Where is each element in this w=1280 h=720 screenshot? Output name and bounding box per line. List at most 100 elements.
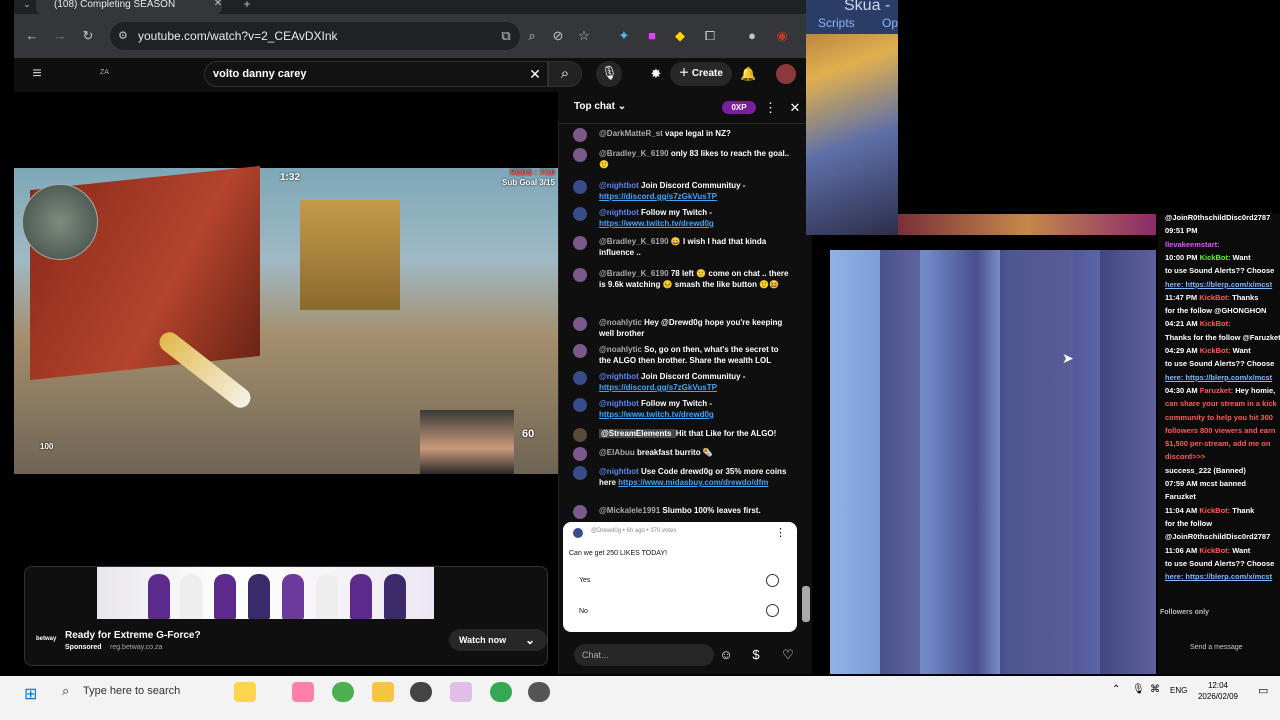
profile-icon[interactable]: ● <box>744 28 760 44</box>
browser-tab[interactable]: (108) Completing SEASON <box>36 0 222 14</box>
chat-avatar[interactable] <box>573 207 587 221</box>
app-icon[interactable] <box>292 682 314 702</box>
menu-scripts[interactable]: Scripts <box>818 16 855 30</box>
forward-icon[interactable]: → <box>52 28 68 44</box>
extension-icon[interactable]: ✸ <box>648 66 664 82</box>
chat-author[interactable]: @noahlytic <box>599 318 644 327</box>
tray-chevron-icon[interactable]: ⌃ <box>1112 684 1120 695</box>
chat-author[interactable]: @nightbot <box>599 399 641 408</box>
language-indicator[interactable]: ENG <box>1170 686 1187 695</box>
poll-radio-yes[interactable] <box>766 574 779 587</box>
chat-link[interactable]: https://www.midasbuy.com/drewdo/dfm <box>618 478 768 487</box>
voice-search-button[interactable]: 🎙 <box>596 61 622 87</box>
chat-avatar[interactable] <box>573 398 587 412</box>
super-chat-icon[interactable]: $ <box>748 647 764 663</box>
windows-start-icon[interactable]: ⊞ <box>24 684 37 704</box>
chat-avatar[interactable] <box>573 466 587 480</box>
kick-send-input[interactable]: Send a message <box>1190 644 1243 651</box>
network-icon[interactable]: ⌘ <box>1150 684 1160 695</box>
chat-author[interactable]: @nightbot <box>599 467 641 476</box>
kick-message-text[interactable]: here: https://blerp.com/x/mcst <box>1165 373 1272 382</box>
kick-username[interactable]: KickBot: <box>1199 506 1232 515</box>
chat-avatar[interactable] <box>573 428 587 442</box>
kick-username[interactable]: Faruzket: <box>1200 386 1235 395</box>
tab-search-icon[interactable]: ⌄ <box>20 0 34 12</box>
steam-icon[interactable] <box>410 682 432 702</box>
top-chat-dropdown[interactable]: Top chat ⌄ <box>574 101 626 112</box>
chat-avatar[interactable] <box>573 505 587 519</box>
close-chat-icon[interactable]: ✕ <box>788 100 802 116</box>
install-app-icon[interactable]: ⧉ <box>498 28 514 44</box>
chat-link[interactable]: https://discord.gg/s7zGkVusTP <box>599 192 717 201</box>
chat-author[interactable]: @Bradley_K_6190 <box>599 269 671 278</box>
search-input[interactable]: volto danny carey <box>204 61 548 87</box>
chat-author[interactable]: @DarkMatteR_st <box>599 129 665 138</box>
chat-avatar[interactable] <box>573 268 587 282</box>
bookmark-star-icon[interactable]: ☆ <box>576 28 592 44</box>
eye-slash-icon[interactable]: ⊘ <box>550 28 566 44</box>
extension-icon[interactable]: ◆ <box>672 28 688 44</box>
chat-link[interactable]: https://www.twitch.tv/drewd0g <box>599 219 714 228</box>
menu-icon[interactable]: ≡ <box>28 66 46 82</box>
extensions-puzzle-icon[interactable]: ⧠ <box>702 28 718 44</box>
chat-author[interactable]: @nightbot <box>599 372 641 381</box>
chat-link[interactable]: https://discord.gg/s7zGkVusTP <box>599 383 717 392</box>
more-options-icon[interactable]: ⋮ <box>775 526 786 539</box>
reload-icon[interactable]: ↻ <box>80 28 96 44</box>
kick-username[interactable]: KickBot: <box>1200 346 1233 355</box>
create-button[interactable]: ＋ Create <box>670 62 732 86</box>
site-info-icon[interactable]: ⚙ <box>118 22 128 50</box>
notification-icon[interactable]: ▭ <box>1258 684 1268 697</box>
chrome-icon[interactable] <box>490 682 512 702</box>
clear-search-icon[interactable]: ✕ <box>527 66 543 82</box>
chat-author[interactable]: @noahlytic <box>599 345 644 354</box>
kick-username[interactable]: KickBot: <box>1200 319 1231 328</box>
menu-options[interactable]: Op <box>882 16 898 30</box>
kick-username[interactable]: KickBot: <box>1199 293 1232 302</box>
chat-avatar[interactable] <box>573 317 587 331</box>
chat-avatar[interactable] <box>573 371 587 385</box>
notifications-bell-icon[interactable]: 🔔 <box>740 66 756 82</box>
heart-icon[interactable]: ♡ <box>780 647 796 663</box>
chrome-icon[interactable] <box>332 682 354 702</box>
back-icon[interactable]: ← <box>24 28 40 44</box>
chat-author[interactable]: @Mickalele1991 <box>599 506 662 515</box>
close-tab-icon[interactable]: ✕ <box>212 0 224 9</box>
kick-message-text[interactable]: here: https://blerp.com/x/mcst <box>1165 280 1272 289</box>
chat-author[interactable]: @StreamElements <box>599 429 676 438</box>
search-button[interactable]: ⌕ <box>548 61 582 87</box>
chat-input[interactable]: Chat... <box>574 644 714 666</box>
chat-author[interactable]: @ElAbuu <box>599 448 637 457</box>
extension-icon[interactable]: ◉ <box>774 28 790 44</box>
address-bar[interactable]: ⚙ youtube.com/watch?v=2_CEAvDXInk <box>110 22 520 50</box>
chat-author[interactable]: @Bradley_K_6190 <box>599 237 671 246</box>
mic-icon[interactable]: 🎙 <box>1132 684 1145 695</box>
xp-badge[interactable]: 0XP <box>722 101 756 114</box>
app-icon[interactable] <box>528 682 550 702</box>
avatar[interactable] <box>776 64 796 84</box>
kick-username[interactable]: KickBot: <box>1200 253 1233 262</box>
kick-message-text[interactable]: here: https://blerp.com/x/mcst <box>1165 572 1272 581</box>
poll-option-yes[interactable]: Yes <box>579 577 590 584</box>
chat-avatar[interactable] <box>573 180 587 194</box>
app-icon[interactable] <box>450 682 472 702</box>
kick-username[interactable]: KickBot: <box>1199 546 1232 555</box>
emoji-icon[interactable]: ☺ <box>718 647 734 663</box>
file-explorer-icon[interactable] <box>372 682 394 702</box>
kick-username[interactable]: llevakeemstart: <box>1165 240 1220 249</box>
clock[interactable]: 12:04 2026/02/09 <box>1186 680 1250 704</box>
chat-author[interactable]: @nightbot <box>599 208 641 217</box>
watch-now-button[interactable]: Watch now ⌄ <box>449 629 547 651</box>
taskbar-search[interactable]: ⌕ Type here to search <box>50 676 230 708</box>
new-tab-icon[interactable]: + <box>240 0 254 10</box>
chat-author[interactable]: @nightbot <box>599 181 641 190</box>
more-options-icon[interactable]: ⋮ <box>764 100 777 116</box>
chat-scrollbar[interactable] <box>802 586 810 622</box>
extension-icon[interactable]: ✦ <box>616 28 632 44</box>
chat-avatar[interactable] <box>573 236 587 250</box>
poll-radio-no[interactable] <box>766 604 779 617</box>
widgets-icon[interactable] <box>234 682 256 702</box>
chat-avatar[interactable] <box>573 148 587 162</box>
extension-icon[interactable]: ■ <box>644 28 660 44</box>
chat-link[interactable]: https://www.twitch.tv/drewd0g <box>599 410 714 419</box>
